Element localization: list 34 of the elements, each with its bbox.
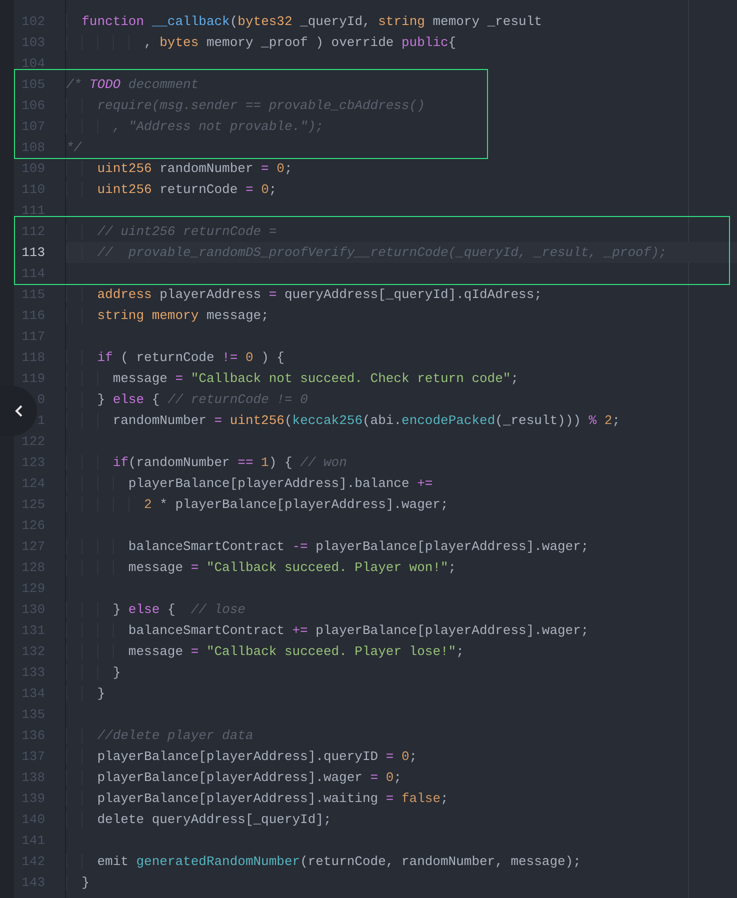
code-line: address playerAddress = queryAddress[_queryId].qIdAdress; — [66, 284, 542, 305]
code-line: } else { // returnCode != 0 — [66, 389, 308, 410]
code-line: message = "Callback not succeed. Check return code"; — [66, 368, 519, 389]
code-line: if(randomNumber == 1) { // won — [66, 452, 347, 473]
code-line: delete queryAddress[_queryId]; — [66, 809, 332, 830]
code-line: emit generatedRandomNumber(returnCode, randomNumber, message); — [66, 851, 581, 872]
code-line: , "Address not provable."); — [66, 116, 324, 137]
code-line: playerBalance[playerAddress].waiting = false; — [66, 788, 448, 809]
code-line: 2 * playerBalance[playerAddress].wager; — [66, 494, 448, 515]
line-number: 113 — [22, 244, 45, 262]
code-line: uint256 randomNumber = 0; — [66, 158, 292, 179]
code-line: if ( returnCode != 0 ) { — [66, 347, 284, 368]
code-line: /* TODO decomment — [66, 76, 199, 94]
code-line: } else { // lose — [66, 599, 246, 620]
code-line: uint256 returnCode = 0; — [66, 179, 277, 200]
code-line: string memory message; — [66, 305, 269, 326]
chevron-left-icon — [14, 405, 22, 417]
code-line: playerBalance[playerAddress].balance += — [66, 473, 433, 494]
code-line: message = "Callback succeed. Player won!"; — [66, 557, 456, 578]
code-line: balanceSmartContract -= playerBalance[playerAddress].wager; — [66, 536, 589, 557]
code-line: , bytes memory _proof ) override public{ — [66, 32, 456, 53]
code-line: playerBalance[playerAddress].queryID = 0; — [66, 746, 418, 767]
code-line: } — [66, 683, 106, 704]
code-line: message = "Callback succeed. Player lose!"; — [66, 641, 464, 662]
code-line: balanceSmartContract += playerBalance[playerAddress].wager; — [66, 620, 589, 641]
code-line: // uint256 returnCode = — [66, 221, 277, 242]
code-line: randomNumber = uint256(keccak256(abi.encodePacked(_result))) % 2; — [66, 410, 620, 431]
code-line: } — [66, 872, 90, 893]
code-line: //delete player data — [66, 725, 254, 746]
code-line: */ — [66, 139, 82, 157]
code-line: require(msg.sender == provable_cbAddress() — [66, 95, 425, 116]
code-line: function __callback(bytes32 _queryId, string memory _result — [66, 11, 542, 32]
code-line: } — [66, 662, 121, 683]
code-line: playerBalance[playerAddress].wager = 0; — [66, 767, 402, 788]
